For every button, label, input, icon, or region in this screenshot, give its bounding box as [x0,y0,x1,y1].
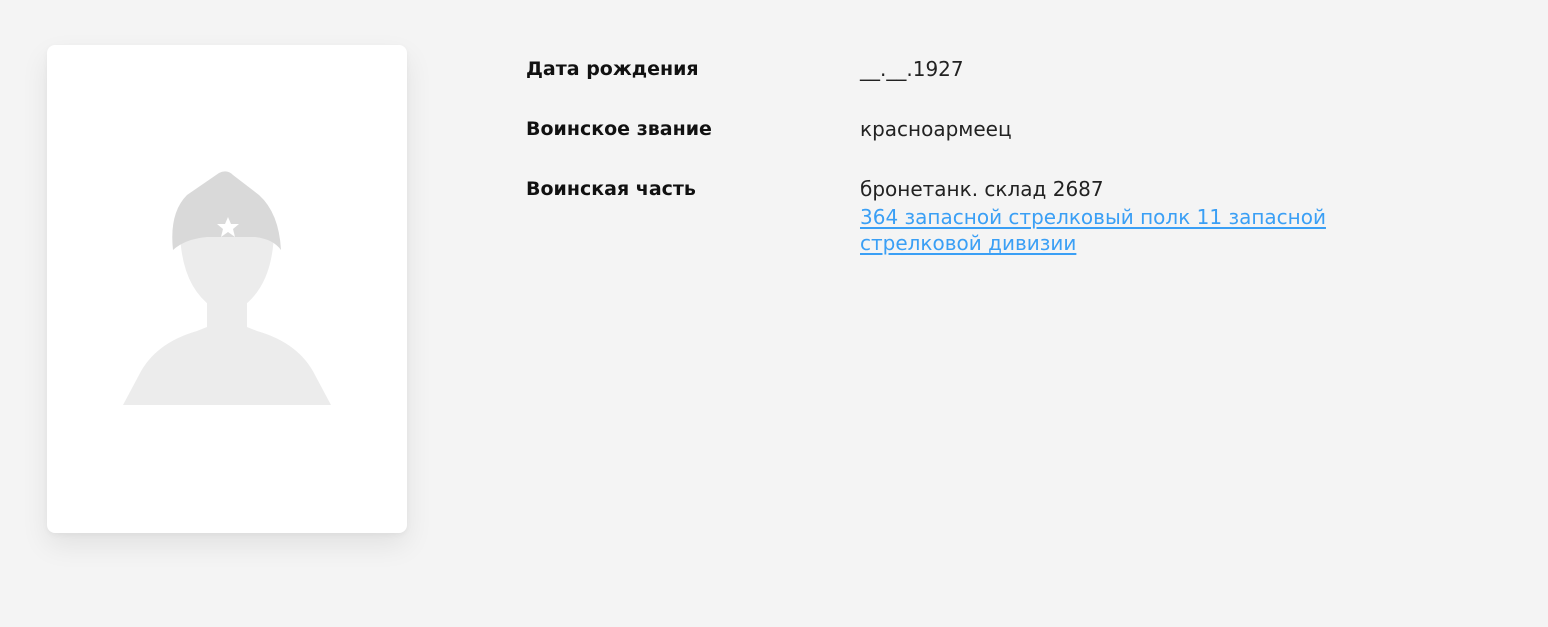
page: Дата рождения __.__.1927 Воинское звание… [0,0,1548,627]
profile-info: Дата рождения __.__.1927 Воинское звание… [526,54,1526,256]
unit-row: Воинская часть бронетанк. склад 2687 364… [526,174,1526,256]
birth-date-label: Дата рождения [526,58,699,80]
photo-card [47,45,407,533]
unit-link[interactable]: 364 запасной стрелковый полк 11 запасной… [860,204,1450,256]
birth-date-value: __.__.1927 [860,57,964,81]
rank-row: Воинское звание красноармеец [526,114,1526,144]
rank-label: Воинское звание [526,118,712,140]
birth-date-row: Дата рождения __.__.1927 [526,54,1526,84]
soldier-placeholder-icon [123,171,331,405]
unit-label: Воинская часть [526,178,696,200]
unit-value-group: бронетанк. склад 2687 364 запасной стрел… [860,174,1450,256]
rank-value: красноармеец [860,117,1012,141]
unit-value: бронетанк. склад 2687 [860,177,1104,201]
